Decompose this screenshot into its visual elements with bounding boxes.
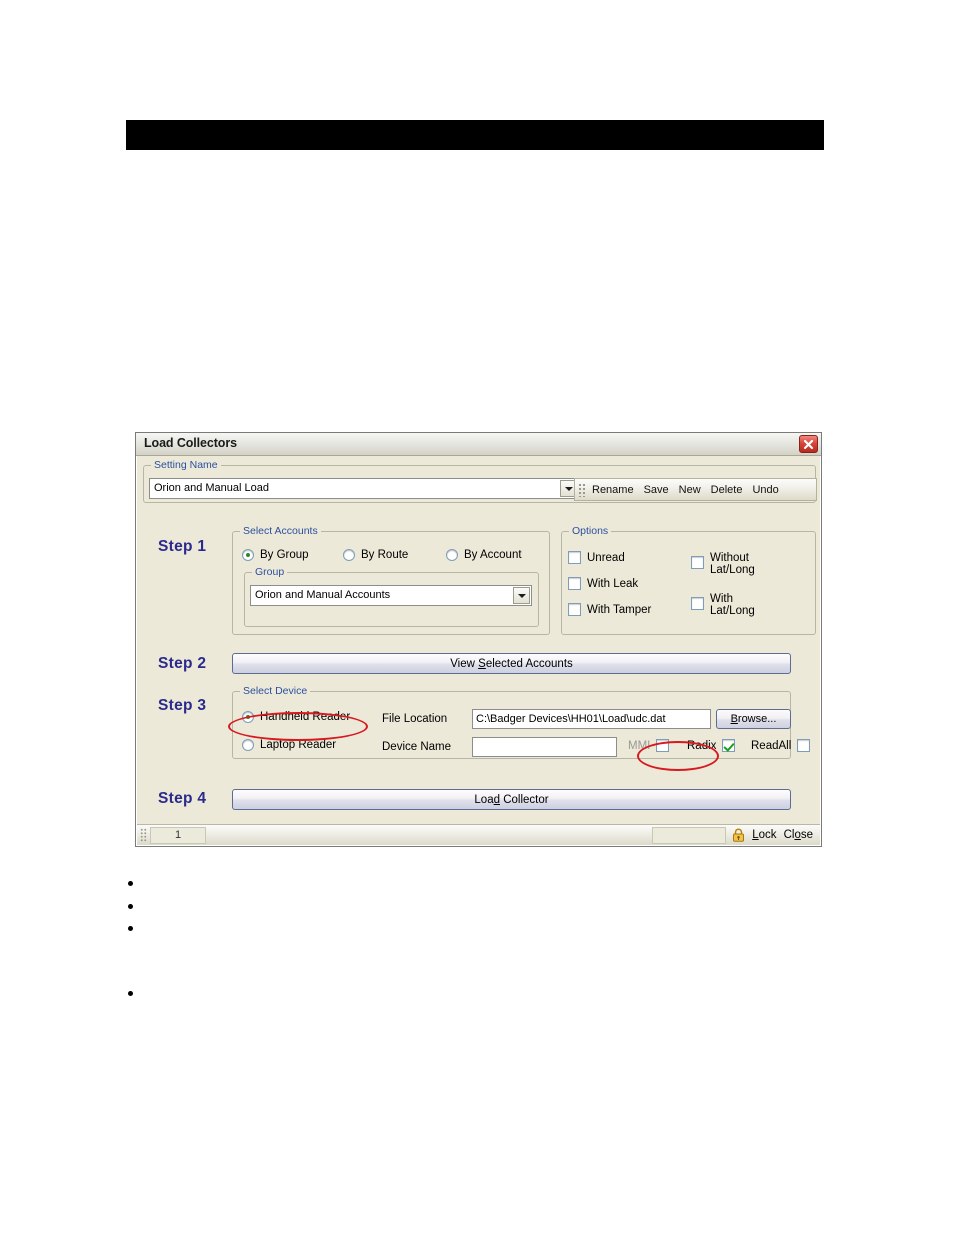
checkbox-with-leak[interactable]: With Leak: [568, 577, 638, 590]
checkbox-indicator: [722, 739, 736, 752]
checkbox-mmi-label: MMI: [628, 739, 651, 752]
radio-indicator: [242, 739, 254, 751]
step3-label: Step 3: [158, 697, 207, 714]
list-item: [118, 901, 538, 924]
radio-handheld-reader[interactable]: Handheld Reader: [242, 711, 350, 723]
checkbox-indicator: [797, 739, 811, 752]
step1-label: Step 1: [158, 538, 207, 555]
page-number-cell: 1: [150, 826, 206, 844]
new-button[interactable]: New: [674, 482, 706, 498]
select-accounts-legend: Select Accounts: [240, 525, 321, 537]
checkbox-radix-label: Radix: [687, 739, 717, 752]
checkbox-with-latlong-label-line1: With: [710, 593, 733, 605]
list-item: [118, 988, 538, 1011]
setting-name-value: Orion and Manual Load: [154, 482, 269, 494]
file-location-input[interactable]: C:\Badger Devices\HH01\Load\udc.dat: [472, 709, 711, 729]
select-device-legend: Select Device: [240, 685, 311, 697]
undo-button[interactable]: Undo: [747, 482, 783, 498]
radio-indicator: [242, 711, 254, 723]
view-selected-accounts-button[interactable]: View Selected Accounts: [232, 653, 791, 674]
checkbox-with-tamper-label: With Tamper: [587, 603, 652, 616]
checkbox-indicator: [568, 551, 581, 564]
checkbox-radix[interactable]: Radix: [687, 739, 736, 752]
radio-laptop-reader[interactable]: Laptop Reader: [242, 739, 336, 751]
radio-by-account[interactable]: By Account: [446, 549, 522, 561]
close-icon[interactable]: [799, 435, 818, 453]
device-name-label: Device Name: [382, 741, 452, 753]
rename-button[interactable]: Rename: [587, 482, 639, 498]
radio-by-group[interactable]: By Group: [242, 549, 309, 561]
bullet-icon: [128, 881, 133, 886]
checkbox-readall-label: ReadAll: [751, 739, 792, 752]
checkbox-indicator: [691, 556, 704, 569]
list-item: [118, 923, 538, 946]
checkbox-with-leak-label: With Leak: [587, 577, 639, 590]
radio-by-route-label: By Route: [361, 549, 409, 561]
checkbox-without-latlong-label-line1: Without: [710, 552, 749, 564]
checkbox-indicator: [568, 577, 581, 590]
drag-grip-icon[interactable]: [577, 482, 585, 497]
save-button[interactable]: Save: [639, 482, 674, 498]
group-legend: Group: [252, 566, 288, 578]
checkbox-readall[interactable]: ReadAll: [751, 739, 811, 752]
checkbox-unread-label: Unread: [587, 551, 625, 564]
radio-by-group-label: By Group: [260, 549, 309, 561]
lock-button[interactable]: Lock: [752, 829, 776, 841]
radio-by-route[interactable]: By Route: [343, 549, 408, 561]
step4-label: Step 4: [158, 790, 207, 807]
file-location-label: File Location: [382, 713, 448, 725]
checkbox-with-tamper[interactable]: With Tamper: [568, 603, 651, 616]
close-button[interactable]: Close: [784, 829, 813, 841]
setting-name-legend: Setting Name: [151, 459, 221, 471]
setting-name-combobox[interactable]: Orion and Manual Load: [149, 478, 579, 499]
device-name-input[interactable]: [472, 737, 617, 757]
group-value: Orion and Manual Accounts: [255, 589, 391, 601]
view-selected-accounts-button-label: View Selected Accounts: [450, 657, 573, 670]
list-item: [118, 878, 538, 901]
browse-button-label: Browse...: [730, 713, 777, 725]
bullet-icon: [128, 990, 133, 996]
load-collector-button[interactable]: Load Collector: [232, 789, 791, 810]
status-bar-field: [652, 826, 727, 844]
setting-name-toolbar: Rename Save New Delete Undo: [574, 478, 817, 501]
browse-button[interactable]: Browse...: [716, 709, 791, 729]
dialog-title: Load Collectors: [144, 436, 237, 450]
checkbox-indicator: [568, 603, 581, 616]
radio-indicator: [343, 549, 355, 561]
bullet-icon: [128, 903, 133, 909]
group-combobox[interactable]: Orion and Manual Accounts: [250, 585, 532, 606]
radio-by-account-label: By Account: [464, 549, 522, 561]
delete-button[interactable]: Delete: [706, 482, 748, 498]
checkbox-with-latlong-label-line2: Lat/Long: [710, 605, 755, 617]
radio-handheld-reader-label: Handheld Reader: [260, 711, 351, 723]
checkbox-without-latlong[interactable]: Without Lat/Long: [691, 552, 755, 576]
checkbox-indicator: [691, 597, 704, 610]
redacted-header-bar: [126, 120, 824, 150]
dialog-titlebar[interactable]: Load Collectors: [136, 433, 821, 456]
bullet-list: [118, 878, 538, 1010]
checkbox-unread[interactable]: Unread: [568, 551, 625, 564]
bullet-icon: [128, 926, 133, 931]
step2-label: Step 2: [158, 655, 207, 672]
radio-indicator: [242, 549, 254, 561]
checkbox-mmi[interactable]: MMI: [628, 739, 670, 752]
resize-grip-icon[interactable]: [140, 828, 147, 842]
checkbox-without-latlong-label-line2: Lat/Long: [710, 564, 755, 576]
load-collector-button-label: Load Collector: [474, 793, 549, 806]
padlock-icon: [732, 828, 745, 842]
checkbox-indicator: [656, 739, 670, 752]
load-collectors-dialog: Load Collectors Setting Name Orion and M…: [135, 432, 822, 847]
status-bar: 1 Lock Close: [137, 824, 820, 845]
radio-indicator: [446, 549, 458, 561]
radio-laptop-reader-label: Laptop Reader: [260, 739, 337, 751]
checkbox-with-latlong[interactable]: With Lat/Long: [691, 593, 755, 617]
chevron-down-icon[interactable]: [513, 587, 530, 604]
options-legend: Options: [569, 525, 612, 537]
